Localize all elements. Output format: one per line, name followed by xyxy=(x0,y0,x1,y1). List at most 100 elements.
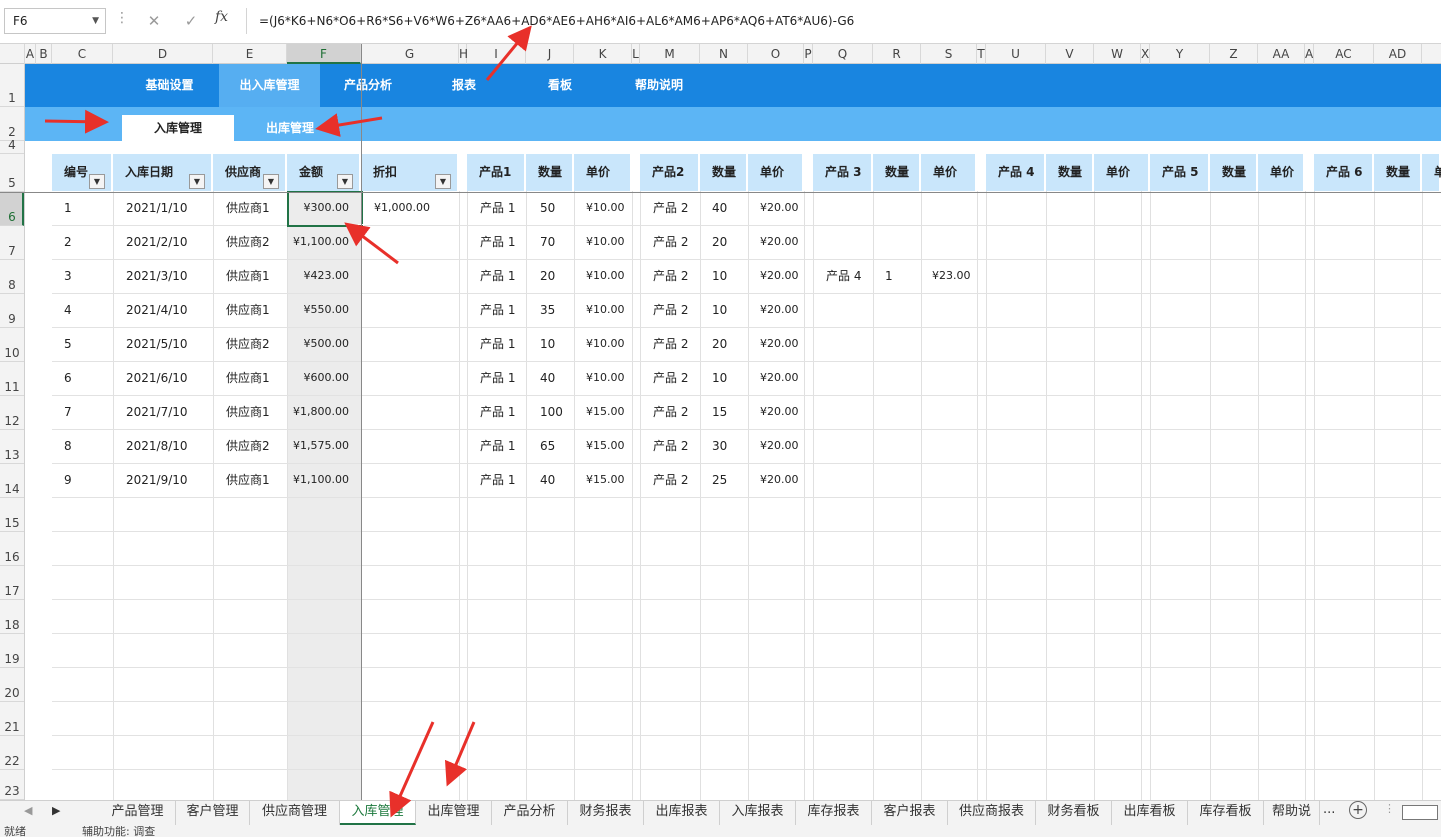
cell-u3[interactable]: ¥23.00 xyxy=(932,259,971,293)
cell-supplier[interactable]: 供应商1 xyxy=(226,191,270,225)
nav-item-4[interactable]: 报表 xyxy=(416,64,512,107)
accessibility-status[interactable]: 辅助功能: 调查 xyxy=(82,826,155,837)
nav-item-1[interactable]: 基础设置 xyxy=(120,64,219,107)
sheet-tab-4[interactable]: 入库管理 xyxy=(340,801,416,825)
cell-u1[interactable]: ¥10.00 xyxy=(586,225,625,259)
row-header-8[interactable]: 8 xyxy=(0,260,24,294)
sheet-tab-5[interactable]: 出库管理 xyxy=(416,801,492,825)
row-header-4[interactable]: 4 xyxy=(0,138,24,154)
cell-q2[interactable]: 20 xyxy=(712,225,727,259)
cell-p2[interactable]: 产品 2 xyxy=(653,429,688,463)
cell-u1[interactable]: ¥10.00 xyxy=(586,293,625,327)
cell-q2[interactable]: 10 xyxy=(712,361,727,395)
table-header-q1[interactable]: 数量 xyxy=(526,154,574,191)
table-header-p4[interactable]: 产品 4 xyxy=(986,154,1046,191)
cell-id[interactable]: 9 xyxy=(64,463,72,497)
cell-u2[interactable]: ¥20.00 xyxy=(760,259,799,293)
column-header-q[interactable]: Q xyxy=(813,44,873,64)
table-header-q6[interactable]: 数量 xyxy=(1374,154,1422,191)
table-header-u5[interactable]: 单价 xyxy=(1258,154,1305,191)
cell-u1[interactable]: ¥10.00 xyxy=(586,361,625,395)
filter-dropdown-icon[interactable]: ▼ xyxy=(263,174,279,189)
column-header-k[interactable]: K xyxy=(574,44,632,64)
sheet-tab-8[interactable]: 出库报表 xyxy=(644,801,720,825)
sheet-tab-11[interactable]: 客户报表 xyxy=(872,801,948,825)
sheet-tab-9[interactable]: 入库报表 xyxy=(720,801,796,825)
column-header-u[interactable]: U xyxy=(986,44,1046,64)
filter-dropdown-icon[interactable]: ▼ xyxy=(89,174,105,189)
cell-amount[interactable]: ¥1,100.00 xyxy=(293,463,349,497)
column-header-aa[interactable]: AA xyxy=(1258,44,1305,64)
cell-p1[interactable]: 产品 1 xyxy=(480,259,515,293)
table-header-u6[interactable]: 单 xyxy=(1422,154,1441,191)
row-header-18[interactable]: 18 xyxy=(0,600,24,634)
column-header-l[interactable]: L xyxy=(632,44,640,64)
table-header-p5[interactable]: 产品 5 xyxy=(1150,154,1210,191)
cell-supplier[interactable]: 供应商1 xyxy=(226,361,270,395)
cell-amount[interactable]: ¥500.00 xyxy=(304,327,350,361)
cell-id[interactable]: 2 xyxy=(64,225,72,259)
nav-item-3[interactable]: 产品分析 xyxy=(320,64,416,107)
cell-u1[interactable]: ¥10.00 xyxy=(586,259,625,293)
cell-q1[interactable]: 70 xyxy=(540,225,555,259)
cell-supplier[interactable]: 供应商1 xyxy=(226,395,270,429)
enter-icon[interactable]: ✓ xyxy=(180,9,202,33)
cell-date[interactable]: 2021/1/10 xyxy=(126,191,188,225)
sheet-tab-10[interactable]: 库存报表 xyxy=(796,801,872,825)
table-header-id[interactable]: 编号 ▼ xyxy=(52,154,113,191)
column-header-d[interactable]: D xyxy=(113,44,213,64)
cell-p3[interactable]: 产品 4 xyxy=(826,259,861,293)
column-header-g[interactable]: G xyxy=(361,44,459,64)
cell-u2[interactable]: ¥20.00 xyxy=(760,429,799,463)
row-header-11[interactable]: 11 xyxy=(0,362,24,396)
cell-supplier[interactable]: 供应商1 xyxy=(226,259,270,293)
column-header-e[interactable]: E xyxy=(213,44,287,64)
cell-discount[interactable]: ¥1,000.00 xyxy=(374,191,430,225)
row-header-17[interactable]: 17 xyxy=(0,566,24,600)
row-header-15[interactable]: 15 xyxy=(0,498,24,532)
cell-id[interactable]: 8 xyxy=(64,429,72,463)
insert-function-icon[interactable]: fx xyxy=(215,9,228,25)
row-header-21[interactable]: 21 xyxy=(0,702,24,736)
column-header-c[interactable]: C xyxy=(52,44,113,64)
cell-p1[interactable]: 产品 1 xyxy=(480,225,515,259)
table-header-p6[interactable]: 产品 6 xyxy=(1314,154,1374,191)
row-header-22[interactable]: 22 xyxy=(0,736,24,770)
cell-amount[interactable]: ¥550.00 xyxy=(304,293,350,327)
cell-p2[interactable]: 产品 2 xyxy=(653,463,688,497)
cell-p2[interactable]: 产品 2 xyxy=(653,225,688,259)
add-sheet-icon[interactable]: + xyxy=(1349,801,1367,819)
cell-q2[interactable]: 25 xyxy=(712,463,727,497)
filter-dropdown-icon[interactable]: ▼ xyxy=(435,174,451,189)
cell-q1[interactable]: 40 xyxy=(540,463,555,497)
row-header-2[interactable]: 2 xyxy=(0,107,24,141)
cell-p1[interactable]: 产品 1 xyxy=(480,429,515,463)
table-header-q5[interactable]: 数量 xyxy=(1210,154,1258,191)
table-header-p2[interactable]: 产品2 xyxy=(640,154,700,191)
cell-date[interactable]: 2021/9/10 xyxy=(126,463,188,497)
cell-u2[interactable]: ¥20.00 xyxy=(760,395,799,429)
table-header-date[interactable]: 入库日期 ▼ xyxy=(113,154,213,191)
column-header-m[interactable]: M xyxy=(640,44,700,64)
column-header-b[interactable]: B xyxy=(36,44,52,64)
cell-u2[interactable]: ¥20.00 xyxy=(760,463,799,497)
cell-q1[interactable]: 50 xyxy=(540,191,555,225)
column-header-n[interactable]: N xyxy=(700,44,748,64)
cell-supplier[interactable]: 供应商1 xyxy=(226,293,270,327)
subnav-item-1[interactable]: 入库管理 xyxy=(122,115,234,141)
sheet-tab-3[interactable]: 供应商管理 xyxy=(250,801,340,825)
row-header-10[interactable]: 10 xyxy=(0,328,24,362)
column-header-o[interactable]: O xyxy=(748,44,804,64)
scroll-tabs-left-icon[interactable]: ◀ xyxy=(24,804,32,817)
cell-p1[interactable]: 产品 1 xyxy=(480,191,515,225)
row-header-13[interactable]: 13 xyxy=(0,430,24,464)
table-header-amount[interactable]: 金额 ▼ xyxy=(287,154,361,191)
more-options-icon[interactable]: ⋮ xyxy=(115,10,129,26)
cell-amount[interactable]: ¥1,100.00 xyxy=(293,225,349,259)
select-all-corner[interactable] xyxy=(0,44,25,64)
cell-p1[interactable]: 产品 1 xyxy=(480,463,515,497)
column-header-y[interactable]: Y xyxy=(1150,44,1210,64)
cell-supplier[interactable]: 供应商2 xyxy=(226,327,270,361)
sheet-tab-16[interactable]: 帮助说 xyxy=(1264,801,1320,825)
table-header-u2[interactable]: 单价 xyxy=(748,154,804,191)
